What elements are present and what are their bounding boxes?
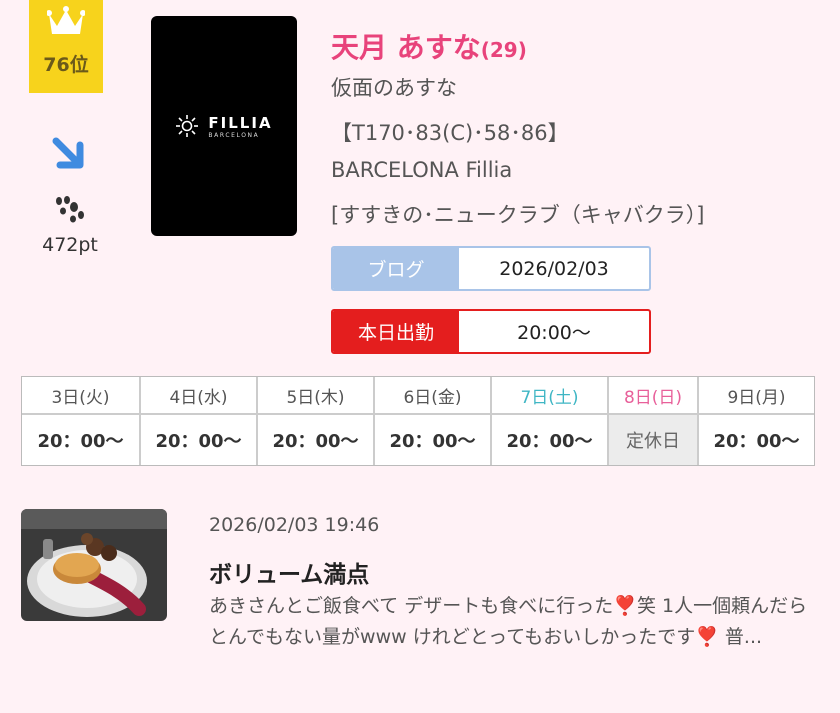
- crown-icon: [47, 6, 85, 34]
- schedule-day: 5日(木) 20：00〜: [256, 377, 373, 465]
- schedule-day: 3日(火) 20：00〜: [22, 377, 139, 465]
- sun-logo-icon: [176, 115, 199, 137]
- schedule-time: 20：00〜: [389, 431, 476, 452]
- schedule-date: 6日(金): [375, 377, 490, 415]
- logo-main-text: FILLIA: [208, 113, 273, 132]
- today-work-label: 本日出勤: [333, 311, 459, 352]
- schedule-date: 7日(土): [492, 377, 607, 415]
- rank-badge: 76位: [29, 0, 103, 93]
- logo-sub-text: BARCELONA: [208, 131, 260, 139]
- paw-icon: [56, 196, 84, 223]
- blog-post-title[interactable]: ボリューム満点: [209, 555, 369, 589]
- shop-logo-image[interactable]: FILLIA BARCELONA: [151, 16, 297, 236]
- schedule-time: 20：00〜: [713, 431, 800, 452]
- cast-name-text: 天月 あすな: [331, 31, 481, 64]
- measurements: 【T170･83(C)･58･86】: [331, 121, 569, 145]
- schedule-day: 4日(水) 20：00〜: [139, 377, 256, 465]
- today-work-time: 20:00〜: [517, 322, 591, 344]
- cast-name[interactable]: 天月 あすな(29): [331, 26, 527, 66]
- schedule-date: 5日(木): [258, 377, 373, 415]
- schedule-day: 9日(月) 20：00〜: [697, 377, 814, 465]
- schedule-date: 4日(水): [141, 377, 256, 415]
- blog-thumbnail-image[interactable]: [21, 509, 167, 621]
- today-work-badge: 本日出勤 20:00〜: [331, 309, 651, 354]
- schedule-time: 定休日: [609, 415, 697, 465]
- schedule-date: 3日(火): [22, 377, 139, 415]
- blog-label: ブログ: [333, 248, 459, 289]
- catchphrase: 仮面のあすな: [331, 76, 457, 100]
- schedule-day: 6日(金) 20：00〜: [373, 377, 490, 465]
- schedule-time: 20：00〜: [37, 431, 124, 452]
- schedule-time: 20：00〜: [272, 431, 359, 452]
- schedule-time: 20：00〜: [506, 431, 593, 452]
- schedule-date: 9日(月): [699, 377, 814, 415]
- cast-age: (29): [480, 38, 527, 62]
- blog-post-excerpt: あきさんとご飯食べて デザートも食べに行った❣️笑 1人一個頼んだら とんでもな…: [209, 595, 808, 648]
- schedule-day: 7日(土) 20：00〜: [490, 377, 607, 465]
- schedule-time: 20：00〜: [155, 431, 242, 452]
- rank-label: 76位: [43, 54, 89, 76]
- blog-link-button[interactable]: ブログ 2026/02/03: [331, 246, 651, 291]
- points-value: 472pt: [42, 234, 98, 256]
- arrow-down-right-icon: [52, 137, 84, 169]
- shop-name[interactable]: BARCELONA Fillia: [331, 158, 512, 182]
- weekly-schedule: 3日(火) 20：00〜 4日(水) 20：00〜 5日(木) 20：00〜 6…: [21, 376, 815, 466]
- blog-post-datetime: 2026/02/03 19:46: [209, 514, 380, 536]
- schedule-date: 8日(日): [609, 377, 697, 415]
- blog-date-value: 2026/02/03: [499, 257, 609, 280]
- area-category: [すすきの･ニュークラブ（キャバクラ）]: [331, 203, 705, 227]
- schedule-day: 8日(日) 定休日: [607, 377, 697, 465]
